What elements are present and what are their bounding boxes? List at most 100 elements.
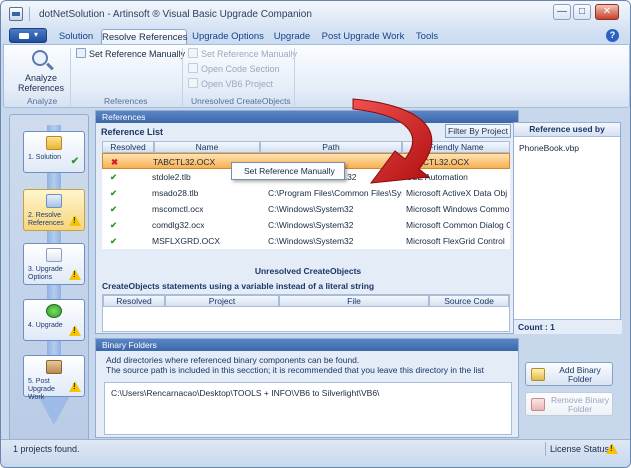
ribbon-separator (294, 48, 295, 106)
help-icon[interactable]: ? (606, 29, 619, 42)
remove-binary-folder-button[interactable]: Remove Binary Folder (525, 392, 613, 416)
table-row[interactable]: ✔ msado28.tlb C:\Program Files\Common Fi… (102, 185, 510, 201)
status-projects-found: 1 projects found. (13, 444, 80, 454)
warning-icon (69, 269, 81, 280)
filter-by-project-button[interactable]: Filter By Project (445, 124, 511, 138)
reference-used-by-header: Reference used by (514, 123, 620, 137)
references-panel-header: References (96, 111, 518, 123)
reference-used-by-panel: Reference used by PhoneBook.vbp Count : … (513, 122, 622, 334)
used-by-count: Count : 1 (514, 319, 622, 334)
references-icon (46, 194, 62, 208)
unresolved-x-icon: ✖ (111, 157, 119, 167)
references-panel: References Reference List Filter By Proj… (95, 110, 519, 334)
column-header-resolved[interactable]: Resolved (103, 295, 165, 307)
column-header-path[interactable]: Path (260, 141, 402, 153)
reference-friendly-name: OLE Automation (406, 172, 468, 182)
close-button[interactable]: ✕ (595, 4, 619, 20)
reference-friendly-name: Microsoft ActiveX Data Obj (406, 188, 508, 198)
table-row[interactable]: ✔ mscomctl.ocx C:\Windows\System32 Micro… (102, 201, 510, 217)
step-label: 3. Upgrade Options (28, 266, 63, 281)
status-bar: 1 projects found. License Status: (1, 439, 630, 467)
reference-name: comdlg32.ocx (152, 220, 205, 230)
analyze-references-label: Analyze References (18, 73, 65, 93)
open-vb6-project-button[interactable]: Open VB6 Project (188, 77, 273, 91)
warning-icon (69, 325, 81, 336)
options-icon (46, 248, 62, 262)
binary-folders-description: Add directories where referenced binary … (106, 355, 484, 375)
step-label: 2. Resolve References (28, 212, 64, 227)
maximize-button[interactable]: □ (573, 4, 591, 20)
createobjects-grid[interactable]: Resolved Project File Source Code (102, 294, 510, 332)
table-row[interactable]: ✔ comdlg32.ocx C:\Windows\System32 Micro… (102, 217, 510, 233)
binary-folders-description-line-1: Add directories where referenced binary … (106, 355, 360, 365)
reference-name: TABCTL32.OCX (153, 157, 216, 167)
application-menu-button[interactable] (9, 28, 47, 43)
warning-icon (69, 381, 81, 392)
column-header-file[interactable]: File (279, 295, 429, 307)
table-row[interactable]: ✔ MSFLXGRD.OCX C:\Windows\System32 Micro… (102, 233, 510, 249)
play-icon (46, 304, 62, 318)
reference-icon (188, 48, 198, 58)
context-menu-set-reference-manually[interactable]: Set Reference Manually (231, 162, 345, 180)
analyze-references-button[interactable]: Analyze References (18, 48, 64, 94)
window-title: dotNetSolution - Artinsoft ® Visual Basi… (39, 9, 312, 20)
package-icon (46, 360, 62, 374)
unresolved-set-reference-label: Set Reference Manually (201, 49, 298, 59)
title-bar: dotNetSolution - Artinsoft ® Visual Basi… (1, 1, 630, 27)
group-label-analyze: Analyze (27, 96, 58, 106)
add-binary-folder-label: Add Binary Folder (559, 365, 601, 384)
check-icon: ✔ (70, 156, 80, 167)
group-label-references: References (104, 96, 148, 106)
binary-folder-list[interactable]: C:\Users\Rencarnacao\Desktop\TOOLS + INF… (104, 382, 512, 435)
step-resolve-references[interactable]: 2. Resolve References (23, 189, 85, 231)
tab-solution[interactable]: Solution (53, 29, 99, 45)
unresolved-createobjects-title: Unresolved CreateObjects (254, 266, 362, 276)
reference-icon (76, 48, 86, 58)
ribbon-tab-row: Solution Resolve References Upgrade Opti… (1, 27, 630, 45)
add-binary-folder-button[interactable]: Add Binary Folder (525, 362, 613, 386)
ribbon-separator (182, 48, 183, 106)
step-upgrade-options[interactable]: 3. Upgrade Options (23, 243, 85, 285)
reference-friendly-name: TABCTL32.OCX (407, 157, 470, 167)
column-header-project[interactable]: Project (165, 295, 279, 307)
license-warning-icon[interactable] (606, 443, 618, 454)
step-label: 5. Post Upgrade Work (28, 378, 55, 401)
column-header-friendly-name[interactable]: Friendly Name (402, 141, 510, 153)
binary-folders-header: Binary Folders (96, 339, 518, 351)
reference-path: C:\Program Files\Common Files\Sys (268, 188, 402, 198)
resolved-check-icon: ✔ (110, 172, 118, 182)
step-upgrade[interactable]: 4. Upgrade (23, 299, 85, 341)
column-header-name[interactable]: Name (154, 141, 260, 153)
tab-post-upgrade-work[interactable]: Post Upgrade Work (319, 29, 407, 45)
unresolved-set-reference-button[interactable]: Set Reference Manually (188, 47, 297, 61)
column-header-resolved[interactable]: Resolved (102, 141, 154, 153)
app-icon[interactable] (9, 7, 23, 21)
reference-friendly-name: Microsoft Windows Commo (406, 204, 510, 214)
status-separator (545, 442, 546, 456)
remove-binary-folder-label: Remove Binary Folder (550, 395, 610, 414)
ribbon-separator (70, 48, 71, 106)
group-label-unresolved-createobjects: Unresolved CreateObjects (191, 96, 291, 106)
list-item[interactable]: C:\Users\Rencarnacao\Desktop\TOOLS + INF… (111, 388, 505, 398)
step-label: 1. Solution (28, 154, 62, 161)
column-header-source-code[interactable]: Source Code (429, 295, 509, 307)
reference-friendly-name: Microsoft Common Dialog C (406, 220, 510, 230)
tab-resolve-references[interactable]: Resolve References (101, 29, 188, 45)
magnifier-icon (32, 50, 48, 66)
folder-icon (46, 136, 62, 150)
list-item[interactable]: PhoneBook.vbp (519, 143, 579, 153)
reference-name: msado28.tlb (152, 188, 199, 198)
resolved-check-icon: ✔ (110, 220, 118, 230)
set-reference-manually-button[interactable]: Set Reference Manually (76, 47, 185, 61)
createobjects-label: CreateObjects statements using a variabl… (102, 281, 375, 291)
reference-friendly-name: Microsoft FlexGrid Control (406, 236, 505, 246)
step-solution[interactable]: 1. Solution ✔ (23, 131, 85, 173)
code-icon (188, 63, 198, 73)
reference-list-title: Reference List (101, 127, 164, 137)
tab-upgrade-options[interactable]: Upgrade Options (191, 29, 265, 45)
minimize-button[interactable]: — (553, 4, 571, 20)
step-post-upgrade-work[interactable]: 5. Post Upgrade Work (23, 355, 85, 401)
open-code-section-button[interactable]: Open Code Section (188, 62, 280, 76)
tab-tools[interactable]: Tools (411, 29, 443, 45)
tab-upgrade[interactable]: Upgrade (269, 29, 315, 45)
